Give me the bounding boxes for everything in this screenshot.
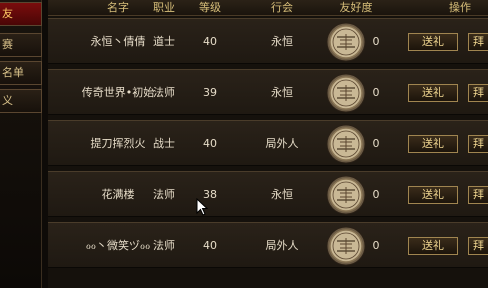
action-button[interactable]: 拜 xyxy=(468,33,488,51)
friendship-value: 0 xyxy=(372,188,380,201)
header-job: 职业 xyxy=(153,1,175,14)
friends-panel: 名字 职业 等级 行会 友好度 操作 永恒丶倩倩 道士 40 永恒 0 送礼拜传奇世界•初… xyxy=(48,0,488,288)
send-gift-button[interactable]: 送礼 xyxy=(408,135,458,153)
player-level: 40 xyxy=(203,137,217,150)
send-gift-button[interactable]: 送礼 xyxy=(408,186,458,204)
friendship-value: 0 xyxy=(372,137,380,150)
send-gift-button[interactable]: 送礼 xyxy=(408,84,458,102)
sidebar-item-4[interactable]: 义 xyxy=(0,89,42,113)
table-row[interactable]: 永恒丶倩倩 道士 40 永恒 0 送礼拜 xyxy=(48,18,488,64)
table-header: 名字 职业 等级 行会 友好度 操作 xyxy=(48,0,488,16)
player-level: 40 xyxy=(203,35,217,48)
player-job: 法师 xyxy=(153,188,175,201)
friendship-seal-icon xyxy=(326,124,366,164)
player-guild: 永恒 xyxy=(271,188,293,201)
friendship-value: 0 xyxy=(372,239,380,252)
action-button[interactable]: 拜 xyxy=(468,186,488,204)
action-button[interactable]: 拜 xyxy=(468,135,488,153)
player-job: 道士 xyxy=(153,35,175,48)
friendship-value: 0 xyxy=(372,35,380,48)
send-gift-button[interactable]: 送礼 xyxy=(408,237,458,255)
player-guild: 局外人 xyxy=(265,239,299,252)
action-button[interactable]: 拜 xyxy=(468,237,488,255)
table-row[interactable]: ℴℴ丶微笑ヅℴℴ 法师 40 局外人 0 送礼拜 xyxy=(48,222,488,268)
send-gift-button[interactable]: 送礼 xyxy=(408,33,458,51)
mouse-cursor-icon xyxy=(196,198,208,216)
header-guild: 行会 xyxy=(271,1,293,14)
friendship-seal-icon xyxy=(326,73,366,113)
player-level: 40 xyxy=(203,239,217,252)
player-level: 39 xyxy=(203,86,217,99)
player-guild: 局外人 xyxy=(265,137,299,150)
table-row[interactable]: 传奇世界•初始 法师 39 永恒 0 送礼拜 xyxy=(48,69,488,115)
player-guild: 永恒 xyxy=(271,35,293,48)
sidebar-item-2[interactable]: 赛 xyxy=(0,33,42,57)
friendship-seal-icon xyxy=(326,226,366,266)
player-job: 法师 xyxy=(153,86,175,99)
friendship-seal-icon xyxy=(326,22,366,62)
friendship-value: 0 xyxy=(372,86,380,99)
header-actions: 操作 xyxy=(449,1,471,14)
action-button[interactable]: 拜 xyxy=(468,84,488,102)
player-job: 法师 xyxy=(153,239,175,252)
player-guild: 永恒 xyxy=(271,86,293,99)
table-row[interactable]: 提刀挥烈火 战士 40 局外人 0 送礼拜 xyxy=(48,120,488,166)
sidebar-item-list[interactable]: 名单 xyxy=(0,61,42,85)
friendship-seal-icon xyxy=(326,175,366,215)
player-job: 战士 xyxy=(153,137,175,150)
table-row[interactable]: 花满楼 法师 38 永恒 0 送礼拜 xyxy=(48,171,488,217)
header-friendship: 友好度 xyxy=(339,1,373,14)
sidebar-item-friends[interactable]: 友 xyxy=(0,2,42,26)
header-level: 等级 xyxy=(199,1,221,14)
sidebar: 友 赛 名单 义 xyxy=(0,0,42,288)
